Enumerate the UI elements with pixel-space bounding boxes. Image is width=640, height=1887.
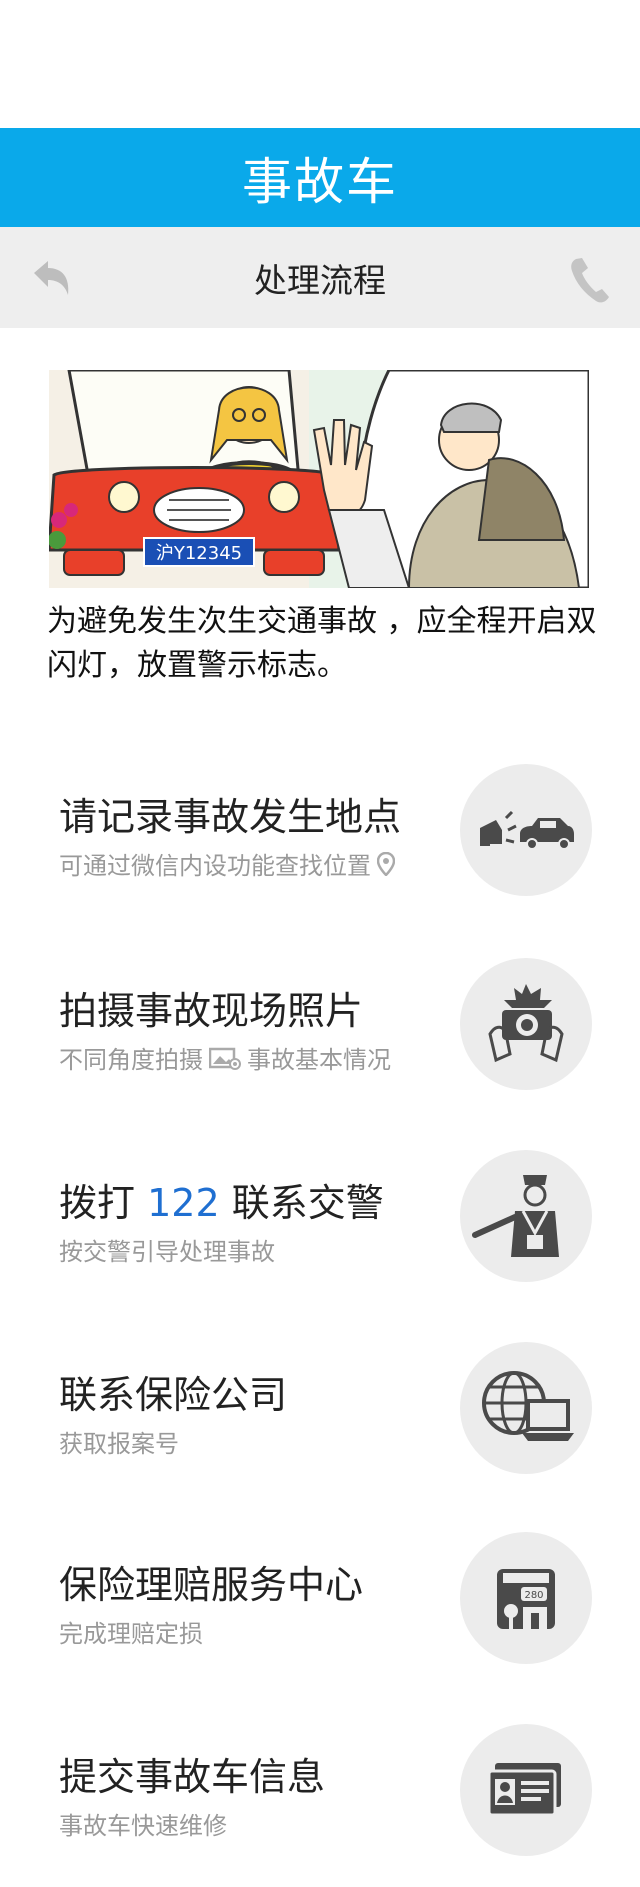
step-record-location[interactable]: 请记录事故发生地点 可通过微信内设功能查找位置 bbox=[0, 764, 640, 914]
illustration-drawing: 沪Y12345 bbox=[49, 370, 589, 588]
page: 事故车 处理流程 沪Y12345 为避免发生次生交通事故 ，应全程开启双闪灯，放… bbox=[0, 0, 640, 1887]
photo-icon bbox=[209, 1047, 241, 1070]
sub-navigation-bar: 处理流程 bbox=[0, 227, 640, 328]
step-title-b: 联系交警 bbox=[231, 1181, 384, 1225]
step-subtitle-text-a: 不同角度拍摄 bbox=[59, 1046, 203, 1074]
step-title-a: 拨打 bbox=[59, 1181, 136, 1225]
step-take-photos[interactable]: 拍摄事故现场照片 不同角度拍摄 事故基本情况 bbox=[0, 958, 640, 1108]
police-number[interactable]: 122 bbox=[147, 1181, 220, 1225]
step-subtitle: 获取报案号 bbox=[59, 1430, 179, 1458]
service-center-icon: 280 bbox=[460, 1532, 592, 1664]
accident-illustration: 沪Y12345 bbox=[49, 370, 589, 588]
step-subtitle: 不同角度拍摄 事故基本情况 bbox=[59, 1040, 391, 1075]
step-subtitle: 可通过微信内设功能查找位置 bbox=[59, 846, 401, 881]
step-title: 请记录事故发生地点 bbox=[59, 795, 402, 839]
id-card-icon bbox=[460, 1724, 592, 1856]
top-spacer bbox=[0, 0, 640, 128]
step-claims-center[interactable]: 保险理赔服务中心 完成理赔定损 280 bbox=[0, 1532, 640, 1682]
step-subtitle-text: 可通过微信内设功能查找位置 bbox=[59, 852, 371, 880]
step-call-police[interactable]: 拨打 122 联系交警 按交警引导处理事故 bbox=[0, 1150, 640, 1300]
step-title: 拨打 122 联系交警 bbox=[59, 1172, 384, 1227]
car-collision-icon bbox=[460, 764, 592, 896]
step-contact-insurance[interactable]: 联系保险公司 获取报案号 bbox=[0, 1342, 640, 1492]
step-subtitle: 事故车快速维修 bbox=[59, 1812, 227, 1840]
intro-text: 为避免发生次生交通事故 ，应全程开启双闪灯，放置警示标志。 bbox=[47, 604, 597, 683]
traffic-police-icon bbox=[460, 1150, 592, 1282]
location-pin-icon bbox=[377, 851, 395, 876]
service-center-badge: 280 bbox=[524, 1590, 543, 1601]
app-title: 事故车 bbox=[242, 152, 398, 211]
globe-laptop-icon bbox=[460, 1342, 592, 1474]
step-title: 提交事故车信息 bbox=[59, 1755, 326, 1799]
back-arrow-icon[interactable] bbox=[28, 255, 78, 305]
phone-icon[interactable] bbox=[566, 255, 612, 305]
license-plate: 沪Y12345 bbox=[156, 543, 242, 564]
step-title: 拍摄事故现场照片 bbox=[59, 989, 364, 1033]
step-title: 联系保险公司 bbox=[59, 1373, 288, 1417]
step-title: 保险理赔服务中心 bbox=[59, 1563, 364, 1607]
step-subtitle: 完成理赔定损 bbox=[59, 1620, 203, 1648]
camera-icon bbox=[460, 958, 592, 1090]
page-title: 处理流程 bbox=[254, 260, 386, 300]
step-submit-info[interactable]: 提交事故车信息 事故车快速维修 bbox=[0, 1724, 640, 1874]
app-title-bar: 事故车 bbox=[0, 128, 640, 227]
step-subtitle: 按交警引导处理事故 bbox=[59, 1238, 275, 1266]
step-subtitle-text-b: 事故基本情况 bbox=[247, 1046, 391, 1074]
